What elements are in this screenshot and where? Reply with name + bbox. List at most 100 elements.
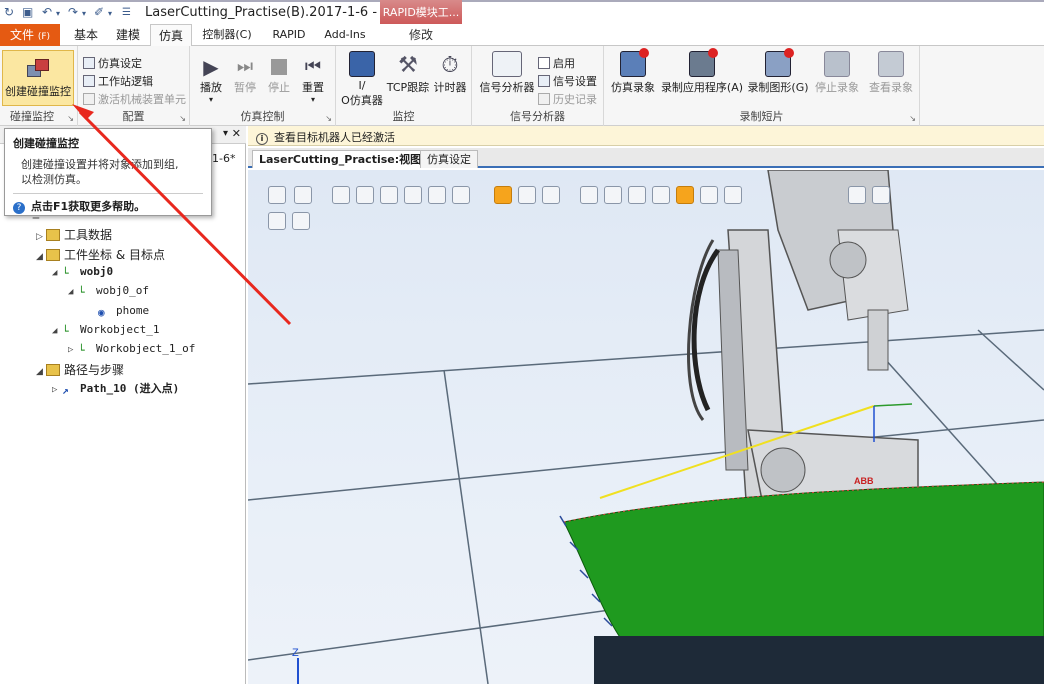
info-bar-text: 查看目标机器人已经激活	[274, 131, 395, 144]
enable-checkbox[interactable]: 启用	[538, 55, 575, 71]
collapse-icon[interactable]: ◢	[36, 367, 46, 377]
stop-record-button[interactable]: 停止录象	[812, 49, 862, 95]
coordinate-frame-icon: └	[78, 344, 85, 357]
rapid-context-tab[interactable]: RAPID模块工...	[380, 0, 462, 26]
tree-paths[interactable]: ◢ 路径与步骤	[36, 361, 124, 378]
expand-icon[interactable]: ▷	[36, 232, 46, 242]
station-logic-label: 工作站逻辑	[98, 75, 153, 88]
tree-wobj0-of[interactable]: ◢ └ wobj0_of	[68, 284, 149, 299]
activate-mech-button[interactable]: 激活机械装置单元	[83, 91, 186, 107]
collapse-icon[interactable]: ◢	[36, 252, 46, 262]
signal-analyzer-button[interactable]: 信号分析器	[476, 49, 538, 95]
timer-button[interactable]: ⏱ 计时器	[432, 49, 468, 95]
record-graphics-button[interactable]: 录制图形(G)	[746, 48, 810, 95]
dialog-launcher-icon[interactable]: ↘	[325, 114, 332, 123]
dialog-launcher-icon[interactable]: ↘	[179, 114, 186, 123]
play-view-icon[interactable]	[268, 212, 286, 230]
dialog-launcher-icon[interactable]: ↘	[67, 114, 74, 123]
redo-dropdown-icon[interactable]: ▾	[82, 9, 86, 25]
history-button[interactable]: 历史记录	[538, 91, 597, 107]
dialog-launcher-icon[interactable]: ↘	[909, 114, 916, 123]
measure-diameter-icon[interactable]	[700, 186, 718, 204]
view-layout-icon[interactable]	[872, 186, 890, 204]
tree-workobject-1-of[interactable]: ▷ └ Workobject_1_of	[68, 342, 195, 357]
tree-tool-data[interactable]: ▷ 工具数据	[36, 226, 112, 243]
redo-icon[interactable]: ↷	[68, 5, 78, 21]
tab-rapid[interactable]: RAPID	[264, 24, 314, 46]
tab-add-ins[interactable]: Add-Ins	[320, 24, 370, 46]
group-sim-control: ▶ 播放 ▾ ⏭ 暂停 停止 ⏮ 重置 ▾ 仿真控制 ↘	[190, 46, 336, 126]
history-icon	[538, 93, 550, 105]
reset-button[interactable]: ⏮ 重置 ▾	[298, 49, 328, 104]
snap-object-icon[interactable]	[494, 186, 512, 204]
tab-controller[interactable]: 控制器(C)	[196, 24, 258, 46]
tooltip-divider	[13, 193, 203, 194]
measure-point-icon[interactable]	[628, 186, 646, 204]
record-app-button[interactable]: 录制应用程序(A)	[660, 48, 744, 95]
select-curve-icon[interactable]	[332, 186, 350, 204]
tab-basic[interactable]: 基本	[66, 24, 106, 46]
collapse-icon[interactable]: ◢	[68, 287, 78, 297]
station-logic-button[interactable]: 工作站逻辑	[83, 73, 153, 89]
tab-simulation[interactable]: 仿真	[150, 24, 192, 47]
tab-file[interactable]: 文件 (F)	[0, 24, 60, 46]
customize-icon[interactable]: ☰	[122, 7, 131, 23]
sim-settings-button[interactable]: 仿真设定	[83, 55, 142, 71]
quick-access-dropdown-icon[interactable]: ▾	[108, 9, 112, 25]
timer-label: 计时器	[433, 81, 467, 94]
stop-view-icon[interactable]	[292, 212, 310, 230]
pin-icon[interactable]: ▾	[223, 128, 228, 139]
view-settings-icon[interactable]	[848, 186, 866, 204]
play-button[interactable]: ▶ 播放 ▾	[196, 49, 226, 104]
tree-phome[interactable]: ◉ phome	[98, 304, 149, 319]
expand-icon[interactable]: ▷	[68, 345, 78, 355]
tab-modeling[interactable]: 建模	[108, 24, 148, 46]
group-monitor: I/O仿真器 ⚒ TCP跟踪 ⏱ 计时器 监控	[336, 46, 472, 126]
undo-icon[interactable]: ↶	[42, 5, 52, 21]
signal-settings-button[interactable]: 信号设置	[538, 73, 597, 89]
tcp-trace-button[interactable]: ⚒ TCP跟踪	[386, 49, 430, 95]
sim-record-button[interactable]: 仿真录象	[608, 48, 658, 95]
tree-path-10-label: Path_10 (进入点)	[80, 382, 180, 395]
close-icon[interactable]: ✕	[232, 127, 241, 140]
snap-midpoint-icon[interactable]	[542, 186, 560, 204]
measure-min-distance-icon[interactable]	[724, 186, 742, 204]
select-mechanism-icon[interactable]	[452, 186, 470, 204]
pause-button[interactable]: ⏭ 暂停	[230, 49, 260, 95]
tree-path-10[interactable]: ▷ ↗ Path_10 (进入点)	[52, 380, 180, 397]
undo-dropdown-icon[interactable]: ▾	[56, 9, 60, 25]
measure-distance-icon[interactable]	[652, 186, 670, 204]
save-icon[interactable]: ▣	[22, 5, 33, 21]
measure-angle-icon[interactable]	[676, 186, 694, 204]
stop-record-label: 停止录象	[815, 81, 859, 94]
tab-sim-settings[interactable]: 仿真设定	[420, 150, 478, 168]
stop-icon	[271, 59, 287, 75]
3d-viewport[interactable]: ABB Z	[248, 170, 1044, 684]
ribbon: 碰撞监控 ↘ 创建碰撞监控 仿真设定 工作站逻辑 激活机械装置单元 配置 ↘ ▶…	[0, 46, 1044, 126]
collapse-icon[interactable]: ◢	[52, 268, 62, 278]
tree-wobj0[interactable]: ◢ └ wobj0	[52, 265, 113, 280]
view-record-button[interactable]: 查看录象	[866, 49, 916, 95]
select-body-icon[interactable]	[380, 186, 398, 204]
stop-button[interactable]: 停止	[264, 49, 294, 95]
collapse-icon[interactable]: ◢	[52, 326, 62, 336]
snap-circle-icon[interactable]	[604, 186, 622, 204]
tree-tool-data-label: 工具数据	[64, 228, 113, 242]
tree-workobject-1-label: Workobject_1	[80, 323, 160, 336]
tab-modify[interactable]: 修改	[396, 24, 446, 46]
tree-wobj-targets[interactable]: ◢ 工件坐标 & 目标点	[36, 246, 165, 263]
pause-icon: ⏭	[236, 56, 254, 77]
snap-center-icon[interactable]	[518, 186, 536, 204]
doc-name-suffix: 1-6*	[212, 152, 236, 165]
create-collision-monitor-button[interactable]: 创建碰撞监控	[2, 50, 74, 106]
view-all-icon[interactable]	[268, 186, 286, 204]
select-surface-icon[interactable]	[356, 186, 374, 204]
io-simulator-button[interactable]: I/O仿真器	[340, 49, 384, 108]
snap-grid-icon[interactable]	[580, 186, 598, 204]
select-group-icon[interactable]	[428, 186, 446, 204]
view-center-icon[interactable]	[294, 186, 312, 204]
tree-workobject-1[interactable]: ◢ └ Workobject_1	[52, 323, 160, 338]
expand-icon[interactable]: ▷	[52, 385, 62, 395]
select-part-icon[interactable]	[404, 186, 422, 204]
tag-icon[interactable]: ✐	[94, 5, 104, 21]
